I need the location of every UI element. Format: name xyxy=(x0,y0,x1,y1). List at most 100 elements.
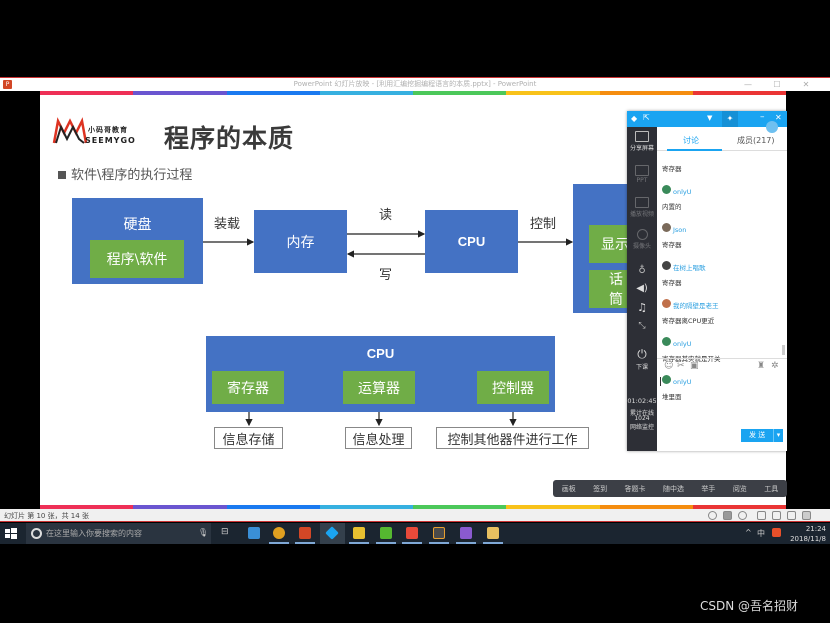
slide-sorter-icon[interactable] xyxy=(772,511,781,520)
toolbar-answer-card[interactable]: 答题卡 xyxy=(625,484,646,494)
controller-box: 控制器 xyxy=(477,371,549,404)
app-icon-2[interactable] xyxy=(353,527,365,539)
windows-start-icon[interactable] xyxy=(4,527,18,541)
message-item: 在树上唱歌 xyxy=(662,255,782,274)
taskbar-search[interactable]: 在这里输入你要搜索的内容 🎙 xyxy=(26,523,211,544)
microphone-icon[interactable]: 🎙 xyxy=(198,528,208,537)
maximize-button[interactable]: ☐ xyxy=(766,78,788,91)
camera-button[interactable]: 摄像头 xyxy=(627,229,657,250)
toolbar-raise-hand[interactable]: 举手 xyxy=(701,484,715,494)
reading-view-icon[interactable] xyxy=(787,511,796,520)
message-text: 寄存器离CPU更近 xyxy=(662,317,715,325)
chrome-icon[interactable] xyxy=(273,527,285,539)
toolbar-checkin[interactable]: 签到 xyxy=(593,484,607,494)
end-class-label: 下课 xyxy=(635,364,648,371)
toolbar-tools[interactable]: 工具 xyxy=(764,484,778,494)
music-icon[interactable]: ♫ xyxy=(627,301,657,314)
online-stats-value: 1024 xyxy=(634,415,650,422)
avatar xyxy=(662,337,671,346)
chat-panel: ◆ ⇱ ▼ ✦ – ✕ 分享屏幕 PPT 播放视频 摄像头 ♁ ◀) ♫ ⤡ ⏻… xyxy=(627,111,787,451)
screenshot-icon[interactable]: ✂ xyxy=(677,361,685,371)
send-button[interactable]: 发 送 ▾ xyxy=(741,429,783,442)
chat-scrollbar[interactable] xyxy=(782,345,785,355)
divider xyxy=(657,358,787,359)
power-icon: ⏻ xyxy=(637,347,647,361)
running-indicator xyxy=(402,542,422,544)
dropdown-icon[interactable]: ▼ xyxy=(707,114,712,122)
tab-discussion[interactable]: 讨论 xyxy=(683,135,699,146)
message-text: 寄存器 xyxy=(662,241,682,249)
fullscreen-icon[interactable]: ⤡ xyxy=(627,321,657,331)
end-class-button[interactable]: ⏻ 下课 xyxy=(627,347,657,371)
clion-icon[interactable] xyxy=(380,527,392,539)
chat-close-icon[interactable]: ✕ xyxy=(775,113,782,122)
speaker-icon[interactable]: ◀) xyxy=(627,283,657,294)
avatar xyxy=(662,299,671,308)
tray-chevron-icon[interactable]: ^ xyxy=(745,528,752,537)
send-label: 发 送 xyxy=(749,431,766,439)
avatar xyxy=(662,261,671,270)
sogou-icon[interactable] xyxy=(772,528,781,537)
message-author[interactable]: 在树上唱歌 xyxy=(673,264,706,272)
running-indicator xyxy=(349,542,369,544)
ppt-label: PPT xyxy=(636,177,648,184)
file-explorer-icon[interactable] xyxy=(487,527,499,539)
clock[interactable]: 21:24 2018/11/8 xyxy=(786,524,826,544)
info-storage-box: 信息存储 xyxy=(214,427,283,449)
image-icon[interactable]: ▣ xyxy=(690,361,699,371)
sublime-icon[interactable] xyxy=(433,527,445,539)
clock-date: 2018/11/8 xyxy=(790,535,826,543)
gear-icon[interactable]: ✲ xyxy=(771,361,779,371)
message-text: 寄存器 xyxy=(662,165,682,173)
slide-count: 幻灯片 第 10 张，共 14 张 xyxy=(4,512,89,520)
home-icon[interactable]: ◆ xyxy=(631,114,637,123)
normal-view-icon[interactable] xyxy=(757,511,766,520)
toolbar-whiteboard[interactable]: 画板 xyxy=(562,484,576,494)
powerpoint-taskbar-icon[interactable] xyxy=(299,527,311,539)
play-video-label: 播放视频 xyxy=(629,211,654,218)
share-screen-icon xyxy=(635,131,649,142)
cpu-detail-label: CPU xyxy=(366,346,395,361)
register-box: 寄存器 xyxy=(212,371,284,404)
class-timer: 01:02:45 xyxy=(627,397,657,405)
statusbar: 幻灯片 第 10 张，共 14 张 xyxy=(0,509,830,522)
chat-input[interactable] xyxy=(660,374,782,426)
previous-slide-icon[interactable] xyxy=(708,511,717,520)
ppt-button[interactable]: PPT xyxy=(627,165,657,184)
app-icon-3[interactable] xyxy=(406,527,418,539)
toolbar-browse[interactable]: 阅览 xyxy=(733,484,747,494)
pin-icon[interactable]: ✦ xyxy=(722,111,738,127)
play-video-button[interactable]: 播放视频 xyxy=(627,197,657,218)
alu-box: 运算器 xyxy=(343,371,415,404)
running-indicator xyxy=(429,542,449,544)
message-author[interactable]: onlyU xyxy=(673,340,692,348)
task-view-icon[interactable]: ⊟ xyxy=(221,527,229,537)
share-icon[interactable]: ⇱ xyxy=(643,113,650,122)
message-item: Json xyxy=(662,217,782,236)
running-indicator xyxy=(483,542,503,544)
slideshow-icon[interactable] xyxy=(802,511,811,520)
app-icon-1[interactable] xyxy=(248,527,260,539)
tab-members[interactable]: 成员(217) xyxy=(737,135,775,146)
user-settings-icon[interactable]: ♜ xyxy=(757,361,765,371)
toolbar-random-pick[interactable]: 随中选 xyxy=(663,484,684,494)
notification-icon[interactable] xyxy=(766,121,778,133)
ime-indicator[interactable]: 中 xyxy=(757,528,765,539)
send-options-dropdown[interactable]: ▾ xyxy=(773,429,783,442)
window-titlebar: P PowerPoint 幻灯片放映 - [利用汇编挖掘编程语言的本质.pptx… xyxy=(0,77,830,91)
chat-tabs: 讨论 成员(217) xyxy=(657,121,787,151)
emoji-icon[interactable]: ☺ xyxy=(664,361,673,371)
share-screen-button[interactable]: 分享屏幕 xyxy=(627,131,657,152)
chat-minimize-icon[interactable]: – xyxy=(760,112,765,122)
message-author[interactable]: 我的隔壁是老王 xyxy=(673,302,719,310)
message-author[interactable]: onlyU xyxy=(673,188,692,196)
close-button[interactable]: ✕ xyxy=(795,78,817,91)
message-author[interactable]: Json xyxy=(673,226,686,234)
menu-icon[interactable] xyxy=(723,511,732,520)
share-screen-label: 分享屏幕 xyxy=(629,145,654,152)
message-text: 内置的 xyxy=(662,203,682,211)
next-slide-icon[interactable] xyxy=(738,511,747,520)
microphone-icon[interactable]: ♁ xyxy=(627,265,657,276)
visual-studio-icon[interactable] xyxy=(460,527,472,539)
minimize-button[interactable]: — xyxy=(737,78,759,91)
